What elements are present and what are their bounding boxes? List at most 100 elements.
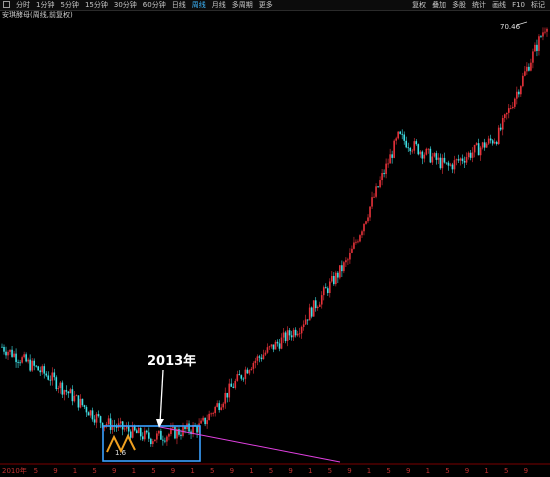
candle-body [409, 148, 412, 152]
x-axis-tick-label: 1 [426, 467, 430, 475]
candle-body [250, 368, 253, 371]
candle-body [210, 413, 212, 415]
candle-body [87, 412, 90, 416]
candle-body [224, 392, 227, 404]
candle-body [196, 426, 198, 433]
candle-body [125, 426, 128, 429]
candle-body [469, 152, 472, 158]
candle-body [260, 357, 263, 360]
candle-body [188, 423, 190, 432]
candle-body [234, 380, 237, 388]
candle-body [127, 426, 130, 432]
candle-body [433, 153, 436, 157]
candle-body [282, 332, 285, 338]
candle-body [85, 406, 88, 413]
candle-body [17, 362, 19, 363]
candle-body [322, 287, 325, 296]
candle-body [369, 206, 371, 218]
candle-body [143, 430, 146, 440]
candle-body [168, 434, 170, 437]
candle-body [503, 114, 506, 118]
candle-body [280, 337, 283, 349]
candle-body [268, 346, 271, 348]
candle-body [135, 430, 138, 434]
candle-body [294, 329, 297, 336]
candle-body [419, 151, 422, 155]
x-axis-tick-label: 5 [504, 467, 508, 475]
candle-body [218, 403, 221, 410]
candle-body [262, 354, 265, 360]
candle-body [445, 162, 448, 164]
candle-body [284, 332, 287, 342]
label-arrow [159, 369, 164, 424]
candle-body [520, 86, 522, 95]
candle-body [292, 329, 295, 338]
candle-body [353, 242, 355, 249]
candle-body [308, 307, 311, 321]
candle-body [417, 144, 420, 155]
candle-body [274, 341, 277, 350]
candle-body [359, 235, 361, 242]
x-axis-tick-label: 2010年 [2, 466, 27, 475]
candle-body [477, 143, 480, 156]
candle-body [156, 433, 158, 440]
candle-body [349, 252, 351, 260]
candle-body [391, 154, 393, 158]
weekly-kline-chart[interactable]: 2013年 70.46 1.6 2010年 5 9 1 5 9 1 5 9 1 5 9 1 5 9 1 5 9 1 5… [0, 0, 550, 477]
candle-body [296, 333, 299, 336]
candle-body [81, 398, 84, 406]
candle-body [509, 107, 512, 109]
candle-body [485, 143, 488, 148]
candle-body [236, 374, 239, 381]
candle-body [441, 157, 444, 169]
candle-body [204, 417, 206, 425]
x-axis-tick-label: 5 [445, 467, 449, 475]
x-axis-tick-label: 9 [524, 467, 528, 475]
candle-body [164, 440, 166, 442]
candle-body [387, 163, 389, 165]
candle-body [526, 66, 528, 72]
candle-body [148, 432, 150, 439]
candle-body [77, 395, 80, 408]
candle-body [270, 344, 273, 347]
x-axis-tick-label: 9 [288, 467, 292, 475]
candle-body [326, 288, 329, 294]
candle-body [318, 304, 321, 307]
candle-body [528, 66, 530, 71]
candle-body [174, 427, 176, 439]
candle-body [232, 386, 235, 388]
candle-body [471, 152, 474, 158]
candle-body [377, 186, 379, 188]
candle-body [83, 405, 86, 407]
candle-body [453, 160, 456, 170]
candle-body [178, 429, 180, 435]
candle-body [172, 427, 174, 429]
candle-body [208, 413, 210, 421]
candle-body [105, 424, 108, 426]
candle-body [300, 327, 303, 334]
candle-body [162, 439, 164, 441]
candle-body [331, 275, 333, 282]
x-axis-tick-label: 5 [210, 467, 214, 475]
candle-body [254, 360, 257, 364]
candle-body [473, 144, 476, 153]
candle-body [455, 159, 458, 161]
x-axis-tick-label: 9 [347, 467, 351, 475]
candle-body [538, 36, 540, 51]
x-axis-tick-label: 1 [190, 467, 194, 475]
candle-body [21, 357, 23, 363]
candle-body [357, 241, 359, 243]
candle-body [139, 427, 142, 437]
candle-body [443, 157, 446, 163]
x-axis-tick-label: 1 [73, 467, 77, 475]
candle-body [395, 138, 397, 141]
candle-body [246, 369, 249, 374]
candle-body [489, 138, 492, 141]
candle-body [467, 152, 470, 158]
candle-body [306, 319, 309, 321]
candle-body [347, 259, 349, 261]
candle-body [389, 154, 391, 164]
candle-body [158, 430, 160, 434]
candle-body [516, 91, 518, 99]
candle-body [212, 413, 214, 414]
